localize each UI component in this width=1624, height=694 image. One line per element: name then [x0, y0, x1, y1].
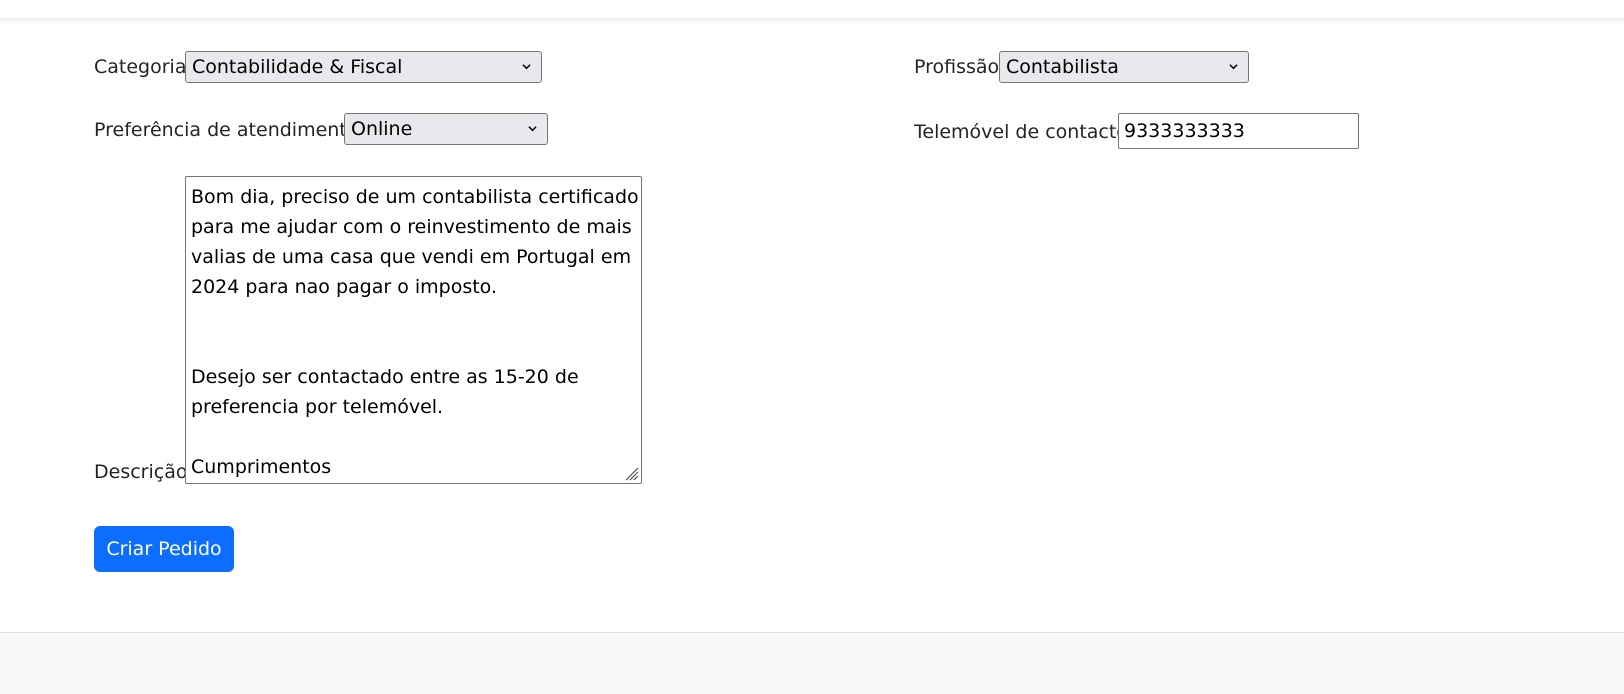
- resize-grip-icon[interactable]: [623, 465, 639, 481]
- criar-pedido-button[interactable]: Criar Pedido: [94, 526, 234, 572]
- chevron-down-icon: [522, 64, 531, 70]
- chevron-down-icon: [528, 126, 537, 132]
- categoria-label: Categoria: [94, 56, 187, 78]
- telemovel-value: 9333333333: [1124, 120, 1245, 142]
- top-header-bar: [0, 0, 1624, 18]
- categoria-selected-value: Contabilidade & Fiscal: [192, 56, 403, 78]
- descricao-line: para me ajudar com o reinvestimento de m…: [191, 216, 632, 238]
- descricao-label: Descrição: [94, 461, 188, 483]
- descricao-line: [191, 332, 636, 362]
- preferencia-label: Preferência de atendimento: [94, 119, 359, 141]
- descricao-line: preferencia por telemóvel.: [191, 396, 444, 418]
- chevron-down-icon: [1229, 64, 1238, 70]
- preferencia-select[interactable]: Online: [344, 113, 548, 145]
- profissao-select[interactable]: Contabilista: [999, 51, 1249, 83]
- telemovel-label: Telemóvel de contacto: [914, 121, 1128, 143]
- descricao-line: Bom dia, preciso de um contabilista cert…: [191, 186, 639, 208]
- telemovel-input[interactable]: 9333333333: [1118, 113, 1359, 149]
- descricao-line: [191, 302, 636, 332]
- descricao-line: Desejo ser contactado entre as 15-20 de: [191, 366, 579, 388]
- categoria-select[interactable]: Contabilidade & Fiscal: [185, 51, 542, 83]
- descricao-line: [191, 422, 636, 452]
- profissao-selected-value: Contabilista: [1006, 56, 1119, 78]
- descricao-line: valias de uma casa que vendi em Portugal…: [191, 246, 632, 268]
- page-footer: [0, 632, 1624, 694]
- descricao-line: Cumprimentos: [191, 456, 332, 478]
- descricao-line: 2024 para nao pagar o imposto.: [191, 276, 498, 298]
- profissao-label: Profissão: [914, 56, 1000, 78]
- preferencia-selected-value: Online: [351, 118, 413, 140]
- descricao-textarea[interactable]: Bom dia, preciso de um contabilista cert…: [185, 176, 642, 484]
